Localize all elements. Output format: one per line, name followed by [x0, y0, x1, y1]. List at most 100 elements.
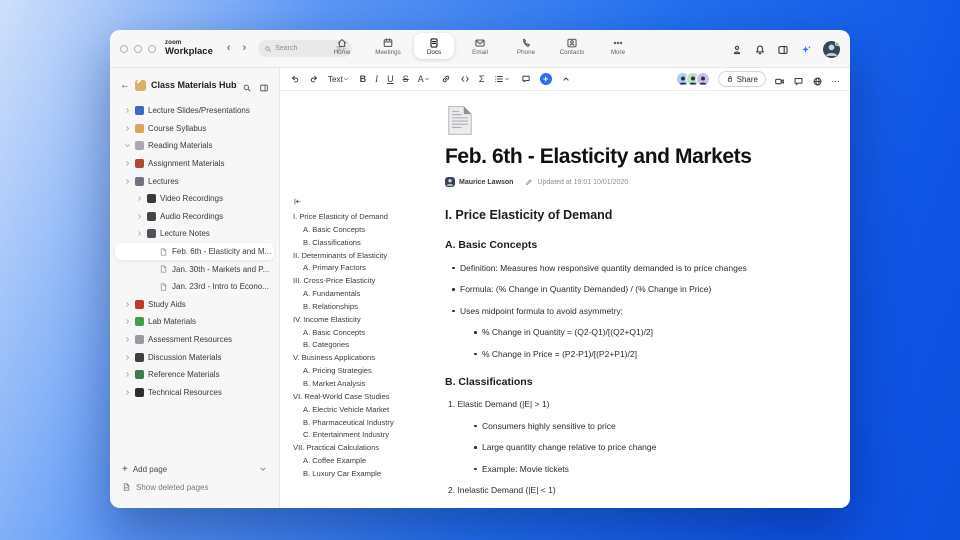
- formula-button[interactable]: Σ: [479, 74, 485, 85]
- doc-list-item[interactable]: % Change in Price = (P2-P1)/[(P2+P1)/2]: [445, 349, 797, 359]
- outline-item[interactable]: A. Pricing Strategies: [303, 365, 445, 378]
- undo-icon[interactable]: [290, 74, 300, 84]
- outline-collapse-icon[interactable]: [293, 197, 302, 206]
- sidebar-item-reference-materials[interactable]: Reference Materials: [110, 366, 279, 384]
- window-close-button[interactable]: [120, 44, 128, 53]
- tab-email[interactable]: Email: [460, 33, 500, 59]
- tab-more[interactable]: More: [598, 33, 638, 59]
- outline-item[interactable]: A. Basic Concepts: [303, 224, 445, 237]
- chevron-right-icon[interactable]: [124, 389, 131, 396]
- doc-list-item[interactable]: Uses midpoint formula to avoid asymmetry…: [445, 306, 797, 316]
- doc-subheading[interactable]: A. Basic Concepts: [445, 239, 797, 251]
- chevron-right-icon[interactable]: [124, 336, 131, 343]
- strikethrough-button[interactable]: S: [403, 74, 409, 84]
- doc-list-item[interactable]: Definition: Measures how responsive quan…: [445, 263, 797, 273]
- sidebar-back-icon[interactable]: ←: [120, 80, 130, 91]
- outline-item[interactable]: VI. Real-World Case Studies: [293, 391, 445, 404]
- collapse-toolbar-icon[interactable]: [561, 74, 571, 84]
- tab-phone[interactable]: Phone: [506, 33, 546, 59]
- doc-list-item[interactable]: 2. Inelastic Demand (|E| < 1): [445, 486, 797, 495]
- sidebar-item-assignment-materials[interactable]: Assignment Materials: [110, 155, 279, 173]
- nav-forward-button[interactable]: ›: [243, 43, 247, 54]
- doc-list-item[interactable]: Consumers highly sensitive to price: [445, 421, 797, 431]
- window-minimize-button[interactable]: [134, 44, 142, 53]
- chevron-right-icon[interactable]: [124, 178, 131, 185]
- code-icon[interactable]: [460, 74, 470, 84]
- sidebar-item-audio-recordings[interactable]: Audio Recordings: [110, 208, 279, 226]
- sidebar-item-lecture-slides[interactable]: Lecture Slides/Presentations: [110, 102, 279, 120]
- show-deleted-pages-button[interactable]: Show deleted pages: [122, 478, 267, 496]
- doc-heading[interactable]: I. Price Elasticity of Demand: [445, 208, 797, 222]
- outline-item[interactable]: III. Cross-Price Elasticity: [293, 275, 445, 288]
- chevron-right-icon[interactable]: [124, 125, 131, 132]
- outline-item[interactable]: C. Entertainment Industry: [303, 429, 445, 442]
- video-call-icon[interactable]: [774, 74, 785, 85]
- share-button[interactable]: Share: [717, 71, 766, 87]
- document-content[interactable]: Feb. 6th - Elasticity and Markets Mauric…: [445, 105, 797, 495]
- doc-subheading[interactable]: B. Classifications: [445, 376, 797, 388]
- sidebar-item-assessment-resources[interactable]: Assessment Resources: [110, 331, 279, 349]
- outline-item[interactable]: A. Basic Concepts: [303, 327, 445, 340]
- sidebar-item-discussion-materials[interactable]: Discussion Materials: [110, 348, 279, 366]
- bold-button[interactable]: B: [360, 74, 367, 84]
- sidebar-item-video-recordings[interactable]: Video Recordings: [110, 190, 279, 208]
- comment-icon[interactable]: [521, 74, 531, 84]
- sidebar-item-lab-materials[interactable]: Lab Materials: [110, 313, 279, 331]
- sidebar-item-course-syllabus[interactable]: Course Syllabus: [110, 120, 279, 138]
- outline-item[interactable]: B. Relationships: [303, 301, 445, 314]
- outline-item[interactable]: B. Market Analysis: [303, 378, 445, 391]
- sidebar-item-lectures[interactable]: Lectures: [110, 172, 279, 190]
- chevron-down-icon[interactable]: [124, 142, 131, 149]
- chevron-down-icon[interactable]: [259, 465, 267, 473]
- chevron-right-icon[interactable]: [124, 160, 131, 167]
- outline-item[interactable]: VII. Practical Calculations: [293, 442, 445, 455]
- outline-item[interactable]: B. Pharmaceutical Industry: [303, 417, 445, 430]
- insert-block-button[interactable]: +: [539, 73, 552, 85]
- collaborator-avatar-3[interactable]: [695, 72, 710, 86]
- sidebar-item-reading-materials[interactable]: Reading Materials: [110, 137, 279, 155]
- doc-list-item[interactable]: Example: Movie tickets: [445, 464, 797, 474]
- profile-bust-icon[interactable]: [731, 43, 743, 55]
- doc-list-item[interactable]: % Change in Quantity = (Q2-Q1)/[(Q2+Q1)/…: [445, 328, 797, 337]
- chevron-right-icon[interactable]: [124, 354, 131, 361]
- window-controls[interactable]: [120, 44, 156, 53]
- sidebar-collapse-icon[interactable]: [259, 80, 269, 92]
- window-zoom-button[interactable]: [148, 44, 156, 53]
- underline-button[interactable]: U: [387, 74, 394, 84]
- outline-item[interactable]: A. Primary Factors: [303, 262, 445, 275]
- outline-item[interactable]: B. Luxury Car Example: [303, 468, 445, 481]
- outline-item[interactable]: A. Fundamentals: [303, 288, 445, 301]
- chevron-right-icon[interactable]: [136, 213, 143, 220]
- sidebar-item-page-jan-30[interactable]: Jan. 30th - Markets and P...: [110, 260, 279, 278]
- globe-icon[interactable]: [812, 74, 823, 85]
- outline-item[interactable]: II. Determinants of Elasticity: [293, 250, 445, 263]
- italic-button[interactable]: I: [375, 74, 378, 84]
- nav-back-button[interactable]: ‹: [227, 43, 231, 54]
- outline-item[interactable]: V. Business Applications: [293, 352, 445, 365]
- sidebar-item-technical-resources[interactable]: Technical Resources: [110, 384, 279, 402]
- chevron-right-icon[interactable]: [124, 318, 131, 325]
- doc-list-item[interactable]: Formula: (% Change in Quantity Demanded)…: [445, 285, 797, 294]
- tab-docs[interactable]: Docs: [414, 33, 454, 59]
- chevron-right-icon[interactable]: [136, 195, 143, 202]
- text-color-button[interactable]: A: [418, 74, 432, 84]
- sidebar-item-page-feb-6[interactable]: Feb. 6th - Elasticity and M...: [115, 242, 274, 261]
- outline-item[interactable]: B. Categories: [303, 339, 445, 352]
- outline-item[interactable]: A. Electric Vehicle Market: [303, 404, 445, 417]
- list-format-button[interactable]: [494, 74, 512, 84]
- user-avatar[interactable]: [823, 40, 840, 58]
- chevron-right-icon[interactable]: [136, 230, 143, 237]
- link-icon[interactable]: [441, 74, 451, 84]
- tab-meetings[interactable]: Meetings: [368, 33, 408, 59]
- chevron-right-icon[interactable]: [124, 301, 131, 308]
- redo-icon[interactable]: [309, 74, 319, 84]
- tab-home[interactable]: Home: [322, 33, 362, 59]
- sidebar-item-study-aids[interactable]: Study Aids: [110, 296, 279, 314]
- more-options-icon[interactable]: …: [831, 74, 840, 84]
- chevron-right-icon[interactable]: [124, 107, 131, 114]
- text-style-dropdown[interactable]: Text: [328, 75, 351, 84]
- sidebar-item-page-jan-23[interactable]: Jan. 23rd - Intro to Econo...: [110, 278, 279, 296]
- chat-icon[interactable]: [793, 74, 804, 85]
- doc-list-item[interactable]: Large quantity change relative to price …: [445, 443, 797, 452]
- doc-list-item[interactable]: 1. Elastic Demand (|E| > 1): [445, 400, 797, 409]
